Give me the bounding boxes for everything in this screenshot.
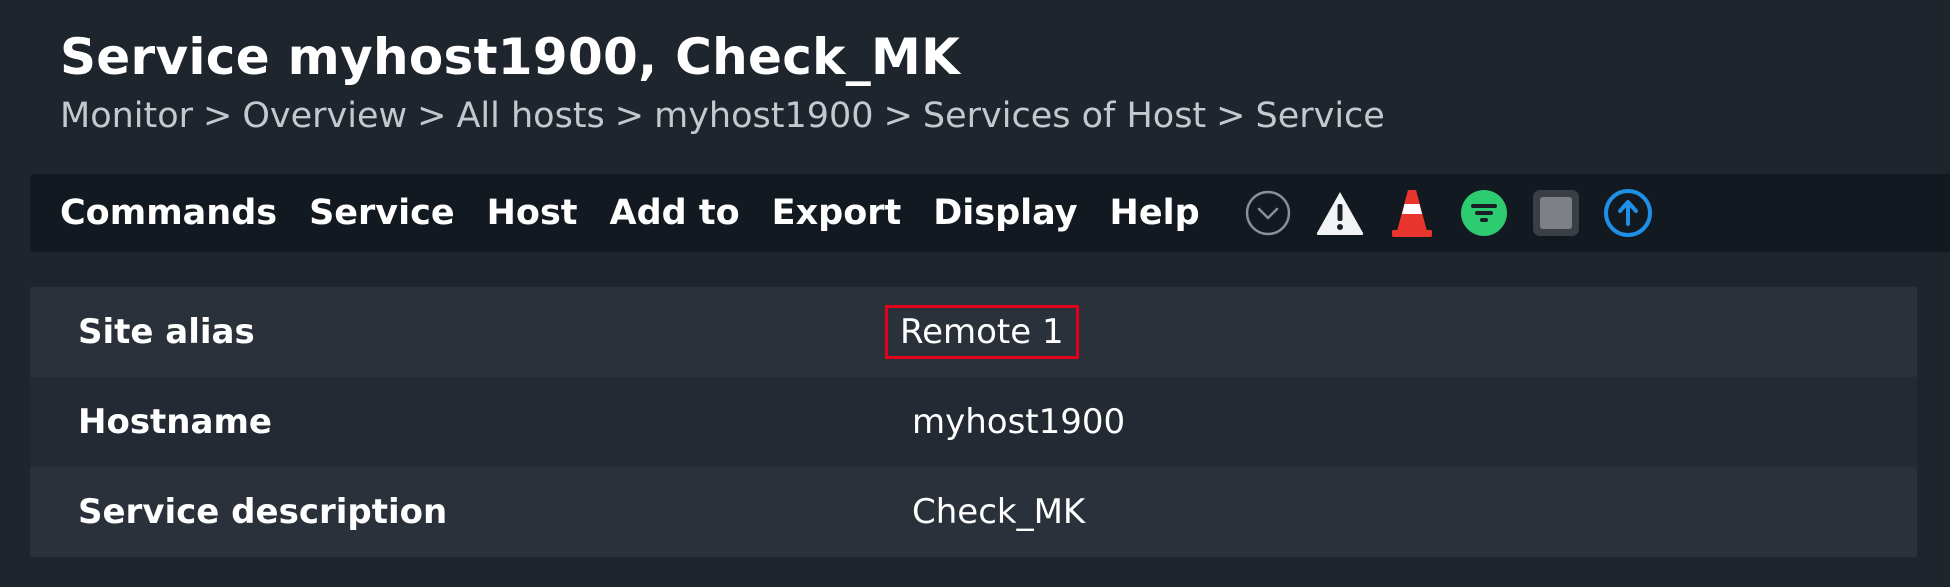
service-details-table: Site alias Remote 1 Hostname myhost1900 … [30,287,1917,557]
breadcrumb-overview[interactable]: Overview [242,96,407,136]
breadcrumb-monitor[interactable]: Monitor [60,96,193,136]
menu-help[interactable]: Help [1110,193,1200,233]
menu-service[interactable]: Service [309,193,455,233]
table-row: Hostname myhost1900 [30,377,1917,467]
row-label: Site alias [78,312,255,352]
menu-export[interactable]: Export [772,193,902,233]
filter-icon[interactable] [1458,187,1510,239]
table-row: Service description Check_MK [30,467,1917,557]
breadcrumb: Monitor > Overview > All hosts > myhost1… [60,96,1385,136]
page-title: Service myhost1900, Check_MK [60,28,961,86]
breadcrumb-separator: > [614,96,645,136]
breadcrumb-separator: > [883,96,913,136]
menubar: Commands Service Host Add to Export Disp… [30,174,1950,252]
breadcrumb-separator: > [1216,96,1246,136]
row-label: Service description [78,492,448,532]
breadcrumb-separator: > [203,96,233,136]
row-label: Hostname [78,402,272,442]
breadcrumb-host[interactable]: myhost1900 [654,96,873,136]
warning-triangle-icon[interactable] [1314,187,1366,239]
arrow-up-circle-icon[interactable] [1602,187,1654,239]
menubar-icons [1242,187,1674,239]
menu-display[interactable]: Display [933,193,1077,233]
hostname-value: myhost1900 [912,402,1126,442]
breadcrumb-separator: > [417,96,447,136]
chevron-down-circle-icon[interactable] [1242,187,1294,239]
breadcrumb-service[interactable]: Service [1255,96,1384,136]
site-alias-value: Remote 1 [885,305,1079,359]
menu-commands[interactable]: Commands [60,193,277,233]
square-toggle-icon[interactable] [1530,187,1582,239]
breadcrumb-services-of-host[interactable]: Services of Host [923,96,1206,136]
service-description-value: Check_MK [912,492,1086,532]
page: Service myhost1900, Check_MK Monitor > O… [0,0,1950,587]
menu-add-to[interactable]: Add to [610,193,740,233]
menu-host[interactable]: Host [487,193,578,233]
traffic-cone-icon[interactable] [1386,187,1438,239]
table-row: Site alias Remote 1 [30,287,1917,377]
breadcrumb-all-hosts[interactable]: All hosts [456,96,604,136]
